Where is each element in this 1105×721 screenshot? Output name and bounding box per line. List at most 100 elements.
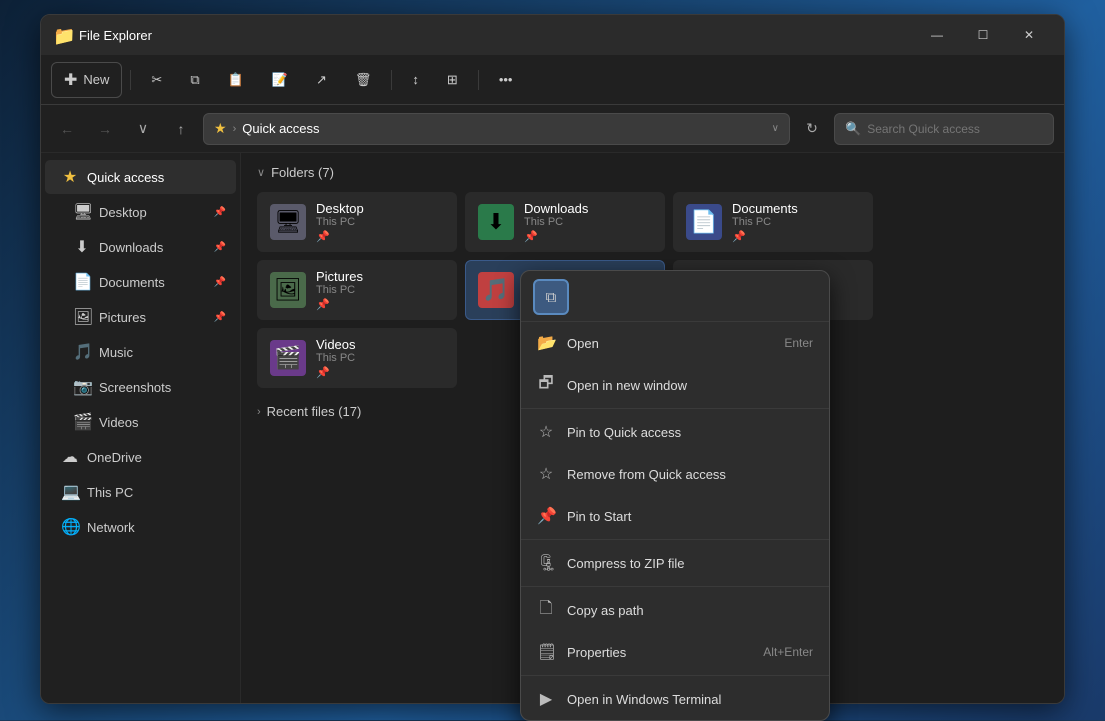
- view-button[interactable]: ⊞: [435, 62, 470, 98]
- rename-icon: 📝: [272, 72, 288, 88]
- sidebar-item-onedrive[interactable]: ☁ OneDrive: [45, 440, 236, 474]
- sidebar-item-network[interactable]: 🌐 Network: [45, 510, 236, 544]
- context-separator-4: [521, 675, 829, 676]
- pictures-icon: 🖼: [73, 307, 91, 327]
- sidebar-item-desktop[interactable]: 🖥 Desktop 📌: [45, 195, 236, 229]
- sidebar-item-screenshots[interactable]: 📷 Screenshots: [45, 370, 236, 404]
- screenshots-icon: 📷: [73, 377, 91, 397]
- delete-button[interactable]: 🗑: [343, 62, 384, 98]
- folder-pictures-sub: This PC: [316, 284, 444, 296]
- sidebar-item-quick-access[interactable]: ★ Quick access: [45, 160, 236, 194]
- context-copy-icon-button[interactable]: ⧉: [533, 279, 569, 315]
- context-item-remove-quick[interactable]: ☆ Remove from Quick access: [521, 453, 829, 495]
- context-item-open[interactable]: 📂 Open Enter: [521, 322, 829, 364]
- folder-item-documents[interactable]: 📄 Documents This PC 📌: [673, 192, 873, 252]
- context-separator-1: [521, 408, 829, 409]
- minimize-button[interactable]: —: [914, 19, 960, 51]
- sidebar-item-downloads[interactable]: ⬇ Downloads 📌: [45, 230, 236, 264]
- context-item-properties[interactable]: 🗒 Properties Alt+Enter: [521, 631, 829, 673]
- folder-pictures-icon: 🖼: [270, 272, 306, 308]
- address-bar[interactable]: ★ › Quick access ∨: [203, 113, 790, 145]
- onedrive-icon: ☁: [61, 447, 79, 467]
- history-dropdown-button[interactable]: ∨: [127, 113, 159, 145]
- folder-downloads-pin: 📌: [524, 230, 652, 243]
- sidebar-item-documents[interactable]: 📄 Documents 📌: [45, 265, 236, 299]
- folder-documents-sub: This PC: [732, 216, 860, 228]
- pin-icon-downloads: 📌: [214, 242, 226, 253]
- share-icon: ↗: [316, 72, 327, 88]
- sidebar-item-this-pc[interactable]: 💻 This PC: [45, 475, 236, 509]
- sidebar-item-videos[interactable]: 🎬 Videos: [45, 405, 236, 439]
- context-item-compress[interactable]: 🗜 Compress to ZIP file: [521, 542, 829, 584]
- back-button[interactable]: ←: [51, 113, 83, 145]
- toolbar: ✚ New ✂ ⧉ 📋 📝 ↗ 🗑 ↕ ⊞ •••: [41, 55, 1064, 105]
- documents-icon: 📄: [73, 272, 91, 292]
- folders-section-header[interactable]: ∨ Folders (7): [257, 165, 1048, 180]
- folder-desktop-info: Desktop This PC 📌: [316, 201, 444, 243]
- search-input[interactable]: [867, 122, 1043, 136]
- desktop-icon: 🖥: [73, 202, 91, 222]
- sidebar-item-pictures[interactable]: 🖼 Pictures 📌: [45, 300, 236, 334]
- address-path: Quick access: [242, 121, 319, 136]
- recent-chevron-icon: ›: [257, 406, 261, 418]
- context-item-pin-start-label: Pin to Start: [567, 509, 813, 524]
- context-item-open-terminal-label: Open in Windows Terminal: [567, 692, 813, 707]
- folder-pictures-info: Pictures This PC 📌: [316, 269, 444, 311]
- forward-button[interactable]: →: [89, 113, 121, 145]
- folder-videos-icon: 🎬: [270, 340, 306, 376]
- view-icon: ⊞: [447, 72, 458, 88]
- pin-quick-icon: ☆: [537, 422, 555, 442]
- folder-music-icon: 🎵: [478, 272, 514, 308]
- window-controls: — ☐ ✕: [914, 19, 1052, 51]
- sidebar-item-label-onedrive: OneDrive: [87, 450, 226, 465]
- copy-icon: ⧉: [190, 72, 199, 88]
- share-button[interactable]: ↗: [304, 62, 339, 98]
- folder-item-downloads[interactable]: ⬇ Downloads This PC 📌: [465, 192, 665, 252]
- refresh-button[interactable]: ↻: [796, 113, 828, 145]
- properties-icon: 🗒: [537, 642, 555, 662]
- rename-button[interactable]: 📝: [260, 62, 300, 98]
- folder-item-videos[interactable]: 🎬 Videos This PC 📌: [257, 328, 457, 388]
- more-button[interactable]: •••: [487, 62, 525, 98]
- folder-item-pictures[interactable]: 🖼 Pictures This PC 📌: [257, 260, 457, 320]
- copy-path-icon: 🗋: [537, 597, 555, 624]
- context-item-pin-start[interactable]: 📌 Pin to Start: [521, 495, 829, 537]
- videos-icon: 🎬: [73, 412, 91, 432]
- quick-access-star-icon: ★: [214, 120, 227, 137]
- sidebar-item-label-pictures: Pictures: [99, 310, 206, 325]
- close-button[interactable]: ✕: [1006, 19, 1052, 51]
- downloads-icon: ⬇: [73, 237, 91, 257]
- sidebar: ★ Quick access 🖥 Desktop 📌 ⬇ Downloads 📌…: [41, 153, 241, 703]
- folder-desktop-pin: 📌: [316, 230, 444, 243]
- recent-files-label: Recent files (17): [267, 404, 362, 419]
- address-separator-icon: ›: [233, 123, 237, 135]
- maximize-button[interactable]: ☐: [960, 19, 1006, 51]
- copy-button[interactable]: ⧉: [178, 62, 211, 98]
- folder-desktop-icon: 🖥: [270, 204, 306, 240]
- folder-desktop-sub: This PC: [316, 216, 444, 228]
- folder-item-desktop[interactable]: 🖥 Desktop This PC 📌: [257, 192, 457, 252]
- context-item-open-terminal[interactable]: ▶ Open in Windows Terminal: [521, 678, 829, 720]
- context-item-open-new[interactable]: 🗗 Open in new window: [521, 364, 829, 406]
- context-item-compress-label: Compress to ZIP file: [567, 556, 813, 571]
- terminal-icon: ▶: [537, 689, 555, 709]
- context-item-copy-path[interactable]: 🗋 Copy as path: [521, 589, 829, 631]
- cut-button[interactable]: ✂: [139, 62, 174, 98]
- context-item-pin-quick[interactable]: ☆ Pin to Quick access: [521, 411, 829, 453]
- paste-icon: 📋: [228, 72, 244, 88]
- up-button[interactable]: ↑: [165, 113, 197, 145]
- pin-icon-desktop: 📌: [214, 207, 226, 218]
- paste-button[interactable]: 📋: [216, 62, 256, 98]
- address-bar-area: ← → ∨ ↑ ★ › Quick access ∨ ↻ 🔍: [41, 105, 1064, 153]
- pin-icon-pictures: 📌: [214, 312, 226, 323]
- delete-icon: 🗑: [355, 72, 372, 88]
- folder-desktop-name: Desktop: [316, 201, 444, 216]
- folder-pictures-name: Pictures: [316, 269, 444, 284]
- context-item-copy-path-label: Copy as path: [567, 603, 813, 618]
- new-button[interactable]: ✚ New: [51, 62, 122, 98]
- folder-downloads-icon: ⬇: [478, 204, 514, 240]
- address-chevron-icon: ∨: [772, 123, 779, 134]
- folder-videos-info: Videos This PC 📌: [316, 337, 444, 379]
- sidebar-item-music[interactable]: 🎵 Music: [45, 335, 236, 369]
- sort-button[interactable]: ↕: [400, 62, 431, 98]
